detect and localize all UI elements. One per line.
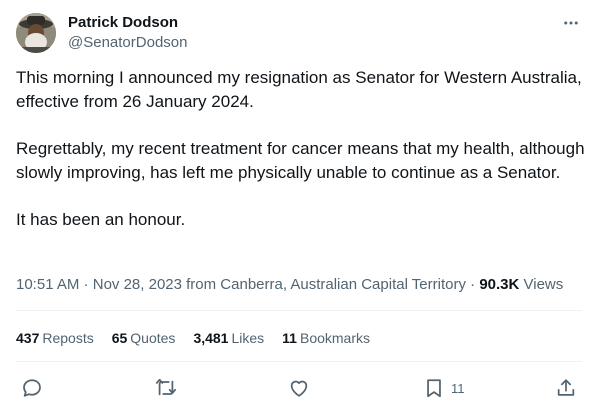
quotes-stat[interactable]: 65 Quotes bbox=[112, 328, 176, 348]
likes-count: 3,481 bbox=[193, 330, 229, 346]
bookmarks-stat[interactable]: 11 Bookmarks bbox=[282, 328, 370, 348]
reply-button[interactable] bbox=[21, 372, 43, 404]
reposts-label: Reposts bbox=[42, 330, 94, 346]
views-count: 90.3K bbox=[479, 276, 520, 293]
bookmarks-count: 11 bbox=[282, 330, 297, 346]
heart-icon bbox=[290, 380, 308, 397]
share-icon bbox=[557, 379, 575, 396]
avatar-image bbox=[16, 13, 56, 53]
bookmark-icon bbox=[427, 379, 441, 398]
tweet-meta: 10:51 AM · Nov 28, 2023 from Canberra, A… bbox=[16, 275, 563, 295]
tweet-text: This morning I announced my resignation … bbox=[16, 66, 586, 255]
repost-button[interactable] bbox=[155, 372, 177, 404]
more-horizontal-icon bbox=[564, 21, 578, 25]
share-button[interactable] bbox=[555, 372, 577, 404]
tweet-paragraph: Regrettably, my recent treatment for can… bbox=[16, 139, 585, 182]
divider bbox=[16, 310, 582, 311]
quotes-label: Quotes bbox=[130, 330, 176, 346]
bookmark-button[interactable]: 11 bbox=[423, 372, 465, 404]
meta-separator: · bbox=[465, 276, 480, 293]
bookmarks-label: Bookmarks bbox=[299, 330, 371, 346]
likes-label: Likes bbox=[231, 330, 265, 346]
engagement-stats: 437 Reposts 65 Quotes 3,481 Likes 11 Bookmarks bbox=[16, 328, 388, 348]
tweet-card: Patrick Dodson @SenatorDodson This morni… bbox=[0, 0, 598, 411]
tweet-date[interactable]: Nov 28, 2023 bbox=[93, 276, 182, 293]
repost-icon bbox=[155, 378, 177, 396]
tweet-location: from Canberra, Australian Capital Territ… bbox=[181, 276, 466, 293]
quotes-count: 65 bbox=[111, 330, 128, 346]
reposts-count: 437 bbox=[16, 330, 40, 346]
like-button[interactable] bbox=[288, 372, 310, 404]
likes-stat[interactable]: 3,481 Likes bbox=[193, 328, 264, 348]
author-handle[interactable]: @SenatorDodson bbox=[68, 33, 187, 53]
reply-icon bbox=[23, 379, 41, 397]
action-bar: 11 bbox=[0, 372, 598, 404]
author-name[interactable]: Patrick Dodson bbox=[68, 13, 178, 33]
views-label: Views bbox=[519, 276, 564, 293]
divider bbox=[16, 361, 582, 362]
tweet-paragraph: It has been an honour. bbox=[16, 210, 186, 229]
bookmark-count: 11 bbox=[451, 380, 465, 396]
tweet-time[interactable]: 10:51 AM bbox=[16, 276, 79, 293]
meta-separator: · bbox=[79, 276, 93, 293]
more-options-button[interactable] bbox=[556, 12, 586, 34]
tweet-paragraph: This morning I announced my resignation … bbox=[16, 68, 582, 111]
reposts-stat[interactable]: 437 Reposts bbox=[16, 328, 94, 348]
avatar[interactable] bbox=[16, 13, 56, 53]
